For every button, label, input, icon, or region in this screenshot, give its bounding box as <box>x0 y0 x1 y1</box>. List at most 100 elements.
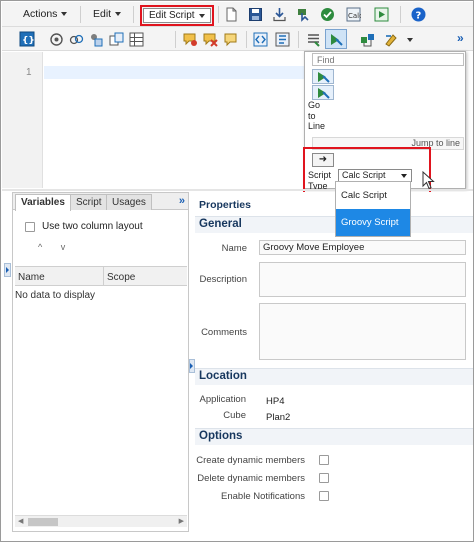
delete-dynamic-members-checkbox[interactable] <box>319 473 329 483</box>
delete-comment-icon[interactable] <box>203 32 218 47</box>
scroll-right-icon[interactable]: ▶ <box>179 517 184 525</box>
function-icon[interactable] <box>49 32 64 47</box>
member-selector-icon[interactable]: {} <box>19 31 35 47</box>
properties-title: Properties <box>199 199 251 211</box>
go-to-line-label-line: Line <box>308 121 326 131</box>
comment-icon[interactable] <box>183 32 198 47</box>
run-icon[interactable] <box>374 7 389 22</box>
go-to-line-button-1[interactable] <box>312 69 334 84</box>
name-label: Name <box>221 243 247 254</box>
script-toolbar: {} » <box>2 27 473 51</box>
location-section-header: Location <box>195 368 473 385</box>
cube-value: Plan2 <box>266 412 291 423</box>
panel-tabs: Variables Script Usages » <box>13 193 188 211</box>
svg-text:Calc: Calc <box>348 12 361 20</box>
move-down-icon[interactable]: v <box>61 242 66 252</box>
empty-message: No data to display <box>15 290 96 301</box>
more-icon[interactable]: » <box>457 31 464 45</box>
chevron-down-icon <box>61 12 68 17</box>
template-icon[interactable] <box>360 32 375 47</box>
svg-text:{}: {} <box>22 36 35 46</box>
option-calc-script[interactable]: Calc Script <box>336 182 410 209</box>
tab-script[interactable]: Script <box>70 194 108 210</box>
option-groovy-script[interactable]: Groovy Script <box>336 209 410 236</box>
validate-icon[interactable] <box>296 7 311 22</box>
toolbar-divider <box>400 6 401 23</box>
enable-notifications-checkbox[interactable] <box>319 491 329 501</box>
options-header-text: Options <box>199 430 243 442</box>
app-window: Actions Edit Edit Script Calc ? <box>0 0 474 542</box>
comments-textarea[interactable] <box>259 303 466 360</box>
tab-variables[interactable]: Variables <box>15 194 71 211</box>
toolbar-divider <box>218 6 219 23</box>
description-label: Description <box>199 274 247 285</box>
copy-icon[interactable] <box>89 32 104 47</box>
line-gutter <box>2 52 43 188</box>
active-go-to-line-icon <box>331 34 343 46</box>
edit-menu[interactable]: Edit <box>93 8 122 20</box>
go-to-line-icon <box>318 88 330 99</box>
template-copy-icon[interactable] <box>109 32 124 47</box>
chevron-down-icon <box>115 12 122 17</box>
execute-check-icon[interactable] <box>320 7 335 22</box>
script-type-dropdown: Calc Script Groovy Script <box>335 181 411 237</box>
toolbar-divider <box>246 31 247 48</box>
highlight-box-edit-script <box>140 5 214 26</box>
properties-panel: Properties General Name Groovy Move Empl… <box>195 192 473 532</box>
line-number: 1 <box>26 67 32 78</box>
column-scope[interactable]: Scope <box>107 272 135 283</box>
code-icon[interactable] <box>253 32 268 47</box>
svg-text:?: ? <box>416 11 422 22</box>
toolbar-divider <box>80 6 81 23</box>
mouse-pointer-icon <box>422 171 435 190</box>
collapse-left-icon[interactable] <box>4 263 11 277</box>
location-header-text: Location <box>199 370 247 382</box>
calc-icon[interactable]: Calc <box>346 7 361 22</box>
column-name[interactable]: Name <box>18 272 45 283</box>
toolbar-divider <box>175 31 176 48</box>
note-icon[interactable] <box>223 32 238 47</box>
options-section-header: Options <box>195 428 473 445</box>
save-icon[interactable] <box>248 7 263 22</box>
go-to-line-label-line: to <box>308 110 316 121</box>
find-input[interactable] <box>312 53 464 66</box>
scroll-left-icon[interactable]: ◀ <box>18 517 23 525</box>
more-tabs-icon[interactable]: » <box>179 195 185 207</box>
scrollbar-thumb[interactable] <box>28 518 58 526</box>
create-dynamic-members-label: Create dynamic members <box>196 455 305 466</box>
go-to-line-toggle[interactable] <box>325 29 347 49</box>
chevron-down-icon[interactable] <box>407 38 413 42</box>
edit-menu-label: Edit <box>93 8 112 20</box>
current-line-highlight <box>44 66 306 79</box>
application-value: HP4 <box>266 396 285 407</box>
move-arrows: ^ v <box>38 242 65 252</box>
grid-icon[interactable] <box>129 32 144 47</box>
actions-menu-label: Actions <box>23 8 58 20</box>
new-document-icon[interactable] <box>224 7 239 22</box>
name-input[interactable]: Groovy Move Employee <box>259 240 466 255</box>
help-icon[interactable]: ? <box>411 7 426 22</box>
description-textarea[interactable] <box>259 262 466 297</box>
list-icon[interactable] <box>306 32 321 47</box>
go-to-line-label: Go to Line <box>308 100 332 132</box>
horizontal-scrollbar[interactable]: ◀ ▶ <box>15 515 187 527</box>
go-to-line-button-2[interactable] <box>312 85 334 100</box>
variables-grid-header: Name Scope <box>15 266 187 286</box>
format-icon[interactable] <box>275 32 290 47</box>
application-label: Application <box>199 394 246 405</box>
two-column-label: Use two column layout <box>42 221 143 232</box>
paint-icon[interactable] <box>384 32 399 47</box>
main-toolbar: Actions Edit Edit Script Calc ? <box>2 2 473 27</box>
link-icon[interactable] <box>69 32 84 47</box>
delete-dynamic-members-label: Delete dynamic members <box>197 473 305 484</box>
actions-menu[interactable]: Actions <box>23 8 68 20</box>
tab-usages[interactable]: Usages <box>106 194 152 210</box>
move-up-icon[interactable]: ^ <box>38 242 42 252</box>
general-section-header: General <box>195 216 473 233</box>
go-to-line-icon <box>318 72 330 83</box>
download-icon[interactable] <box>272 7 287 22</box>
general-header-text: General <box>199 218 242 230</box>
two-column-checkbox[interactable] <box>25 222 35 232</box>
variables-panel: Variables Script Usages » Use two column… <box>12 192 189 532</box>
create-dynamic-members-checkbox[interactable] <box>319 455 329 465</box>
